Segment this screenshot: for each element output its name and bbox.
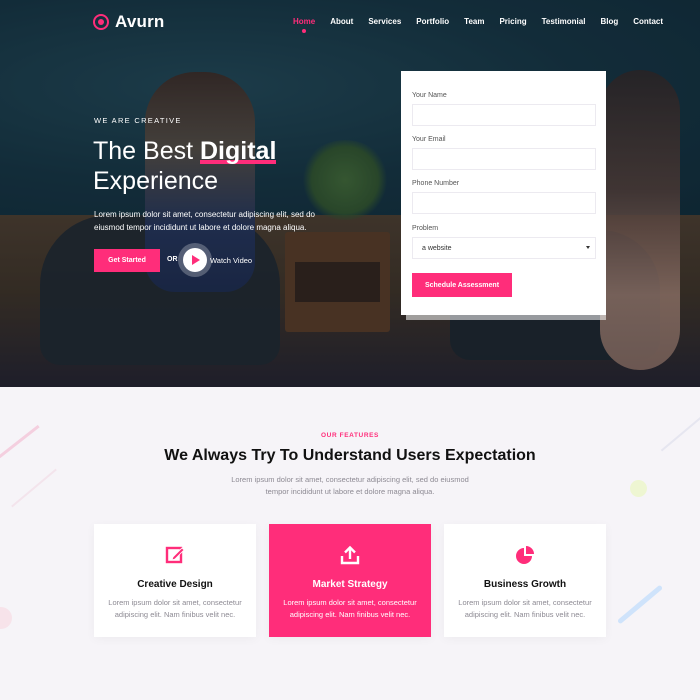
upload-icon	[340, 545, 360, 565]
features-title: We Always Try To Understand Users Expect…	[0, 447, 700, 465]
features-title-text-end: Users Expectation	[391, 447, 536, 464]
hero-eyebrow: WE ARE CREATIVE	[94, 116, 182, 125]
pie-chart-icon	[516, 546, 534, 564]
features-section: OUR FEATURES We Always Try To Understand…	[0, 387, 700, 700]
problem-select-value: a website	[422, 245, 452, 252]
nav-item-about[interactable]: About	[330, 17, 353, 26]
or-label: OR	[167, 256, 178, 263]
problem-label: Problem	[412, 225, 439, 232]
feature-card-title: Market Strategy	[312, 579, 388, 590]
caret-down-icon	[586, 246, 590, 249]
feature-card-text: Lorem ipsum dolor sit amet, consectetur …	[283, 598, 417, 619]
main-menu: Home About Services Portfolio Team Prici…	[293, 17, 678, 33]
feature-card-text: Lorem ipsum dolor sit amet, consectetur …	[108, 598, 242, 619]
edit-icon	[165, 546, 185, 564]
feature-card-business-growth[interactable]: Business Growth Lorem ipsum dolor sit am…	[444, 524, 606, 637]
top-navigation: Avurn Home About Services Portfolio Team…	[0, 0, 700, 44]
assessment-form: Your Name Your Email Phone Number Proble…	[401, 71, 606, 315]
play-icon	[183, 248, 207, 272]
features-title-highlight: Understand	[302, 447, 392, 464]
hero-headline-text: The Best	[93, 137, 200, 165]
features-description: Lorem ipsum dolor sit amet, consectetur …	[231, 475, 469, 496]
hero-headline: The Best Digital Experience	[93, 136, 277, 196]
name-input[interactable]	[412, 104, 596, 126]
features-title-text: We Always Try To	[164, 447, 303, 464]
nav-item-home[interactable]: Home	[293, 17, 315, 33]
hero-headline-highlight: Digital	[200, 137, 277, 165]
decorative-dot	[630, 480, 647, 497]
phone-label: Phone Number	[412, 180, 460, 187]
feature-card-text: Lorem ipsum dolor sit amet, consectetur …	[458, 598, 592, 619]
play-video-button[interactable]	[178, 243, 212, 277]
nav-item-pricing[interactable]: Pricing	[499, 17, 526, 26]
feature-card-title: Business Growth	[483, 579, 567, 590]
nav-item-contact[interactable]: Contact	[633, 17, 663, 26]
feature-card-creative-design[interactable]: Creative Design Lorem ipsum dolor sit am…	[94, 524, 256, 637]
phone-input[interactable]	[412, 192, 596, 214]
email-input[interactable]	[412, 148, 596, 170]
name-label: Your Name	[412, 92, 447, 99]
get-started-button[interactable]: Get Started	[94, 249, 160, 272]
hero-section: WE ARE CREATIVE The Best Digital Experie…	[0, 0, 700, 387]
schedule-assessment-button[interactable]: Schedule Assessment	[412, 273, 512, 297]
nav-item-team[interactable]: Team	[464, 17, 484, 26]
feature-card-title: Creative Design	[137, 579, 213, 590]
hero-headline-text-line2: Experience	[93, 167, 219, 195]
watch-video-link[interactable]: Watch Video	[210, 256, 252, 265]
problem-select[interactable]: a website	[412, 237, 596, 259]
brand-name: Avurn	[115, 12, 165, 31]
features-eyebrow: OUR FEATURES	[321, 432, 379, 439]
hero-description: Lorem ipsum dolor sit amet, consectetur …	[94, 210, 315, 232]
email-label: Your Email	[412, 136, 446, 143]
decorative-line	[616, 584, 664, 625]
feature-card-market-strategy[interactable]: Market Strategy Lorem ipsum dolor sit am…	[269, 524, 431, 637]
nav-item-portfolio[interactable]: Portfolio	[416, 17, 449, 26]
decorative-dot	[0, 607, 12, 629]
decorative-line	[11, 468, 57, 508]
nav-item-services[interactable]: Services	[368, 17, 401, 26]
nav-item-testimonial[interactable]: Testimonial	[542, 17, 586, 26]
nav-item-blog[interactable]: Blog	[600, 17, 618, 26]
logo-icon	[93, 14, 109, 30]
brand-logo[interactable]: Avurn	[93, 12, 165, 32]
